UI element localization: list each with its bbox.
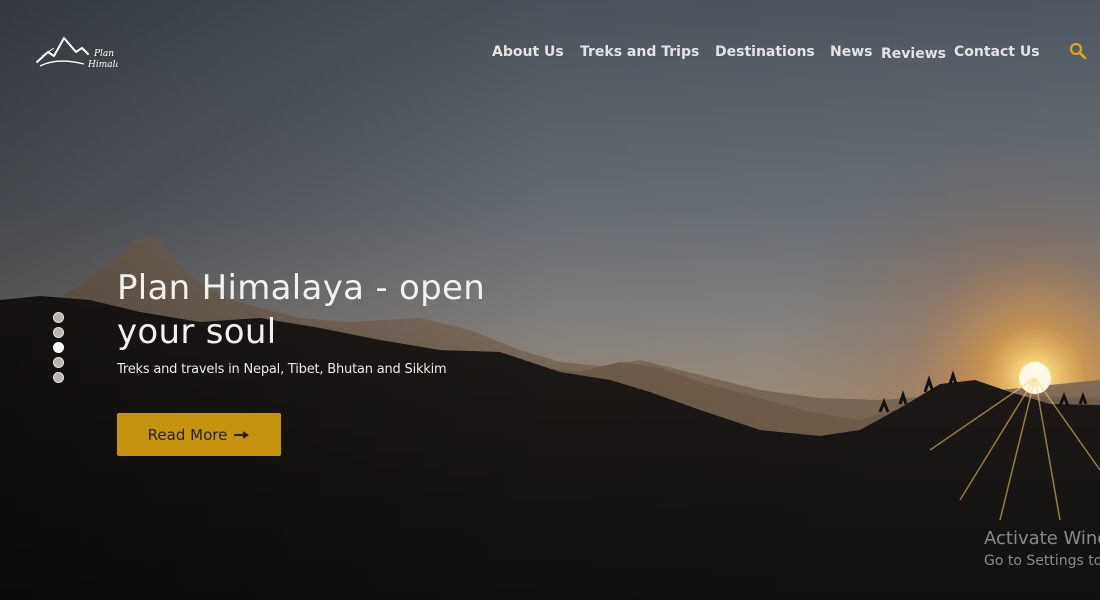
- search-icon[interactable]: [1069, 42, 1087, 60]
- arrow-right-icon: [234, 430, 250, 439]
- slider-dot-4[interactable]: [53, 357, 64, 368]
- nav-reviews[interactable]: Reviews: [881, 46, 946, 62]
- hero-title: Plan Himalaya - open your soul: [117, 268, 486, 352]
- slider-dot-3-active[interactable]: [53, 342, 64, 353]
- slider-dot-1[interactable]: [53, 312, 64, 323]
- hero-subtitle: Treks and travels in Nepal, Tibet, Bhuta…: [117, 362, 447, 377]
- nav-about-us[interactable]: About Us: [492, 44, 564, 60]
- read-more-label: Read More: [147, 425, 228, 444]
- nav-contact-us[interactable]: Contact Us: [954, 44, 1040, 60]
- slider-dot-2[interactable]: [53, 327, 64, 338]
- read-more-button[interactable]: Read More: [117, 413, 281, 456]
- nav-news[interactable]: News: [830, 44, 872, 60]
- slider-dot-5[interactable]: [53, 372, 64, 383]
- home-page: Plan Himalaya About Us Treks and Trips D…: [0, 0, 1100, 600]
- watermark-subtitle: Go to Settings to: [984, 553, 1100, 569]
- slider-pagination: [53, 312, 66, 387]
- watermark-title: Activate Wind: [984, 528, 1100, 549]
- main-navigation: About Us Treks and Trips Destinations Ne…: [0, 44, 1100, 64]
- windows-activation-watermark: Activate Wind Go to Settings to: [984, 528, 1100, 572]
- nav-treks-and-trips[interactable]: Treks and Trips: [580, 44, 699, 60]
- nav-destinations[interactable]: Destinations: [715, 44, 815, 60]
